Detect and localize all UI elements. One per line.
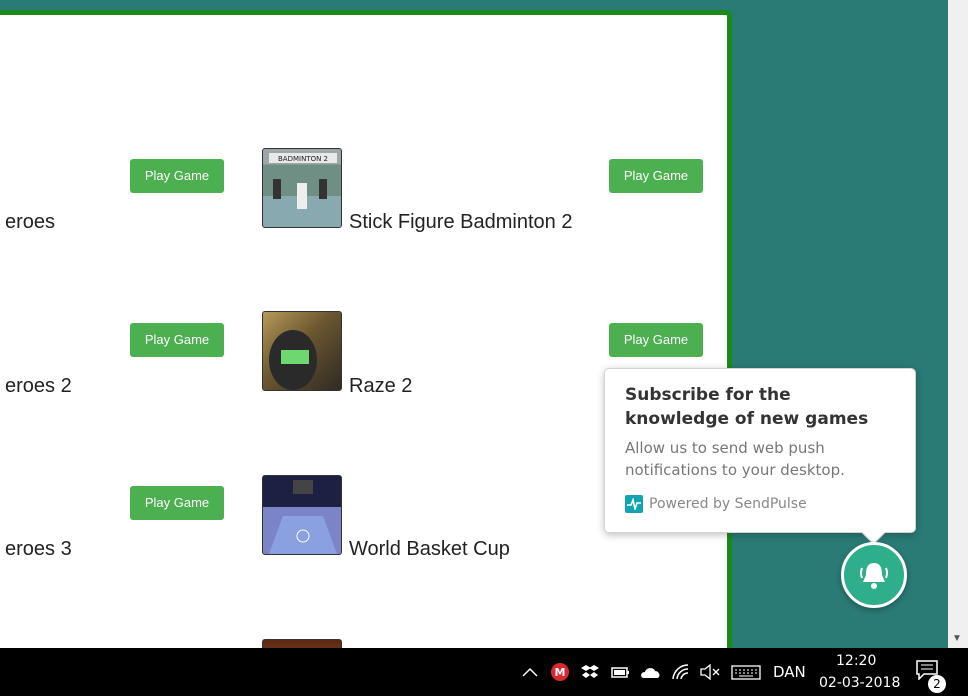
game-thumbnail-stick-figure-badminton-2[interactable]: BADMINTON 2 [262,148,342,228]
notification-count-badge: 2 [928,675,946,693]
svg-text:BADMINTON 2: BADMINTON 2 [278,155,328,163]
game-name[interactable]: World Basket Cup [349,538,510,561]
bell-icon [860,563,888,589]
chevron-up-icon[interactable] [522,662,538,682]
game-name[interactable]: Raze 2 [349,375,412,398]
clock-time[interactable]: 12:20 [836,653,876,669]
game-name-left-3[interactable]: eroes 3 [5,538,72,561]
scroll-down-icon[interactable]: ▼ [952,633,962,644]
popup-pointer [861,520,886,545]
game-name-left-2[interactable]: eroes 2 [5,375,72,398]
keyboard-icon[interactable] [731,662,761,682]
volume-muted-icon[interactable] [700,662,720,682]
popup-body: Allow us to send web push notifications … [625,439,845,479]
onedrive-icon[interactable] [640,662,662,682]
play-game-button-left-3[interactable]: Play Game [130,486,224,520]
dropbox-icon[interactable] [581,662,599,682]
powered-by-label: Powered by SendPulse [649,496,807,512]
games-list-panel: eroes Play Game BADMINTON 2 Stick Figure… [0,10,732,670]
popup-title: Subscribe for the knowledge of new games [625,385,869,429]
input-language[interactable]: DAN [773,663,806,681]
game-name-left-1[interactable]: eroes [5,211,55,234]
game-thumbnail-raze-2[interactable] [262,311,342,391]
mega-icon[interactable]: M [551,662,569,682]
notification-bell-button[interactable] [841,542,907,608]
battery-icon[interactable] [611,662,631,682]
wifi-icon[interactable] [672,662,690,682]
play-game-button-left-1[interactable]: Play Game [130,159,224,193]
play-game-button[interactable]: Play Game [609,323,703,357]
subscribe-popup[interactable]: Subscribe for the knowledge of new games… [604,368,916,545]
game-thumbnail-world-basket-cup[interactable] [262,475,342,555]
play-game-button-left-2[interactable]: Play Game [130,323,224,357]
vertical-scrollbar[interactable]: ▼ [948,0,968,648]
svg-text:M: M [555,666,566,679]
sendpulse-logo-icon [625,495,643,513]
game-name[interactable]: Stick Figure Badminton 2 [349,211,572,234]
powered-by[interactable]: Powered by SendPulse [625,495,807,513]
windows-taskbar: M DAN 12:20 02-03-2018 2 [0,648,968,696]
clock-date[interactable]: 02-03-2018 [819,675,900,691]
play-game-button[interactable]: Play Game [609,159,703,193]
